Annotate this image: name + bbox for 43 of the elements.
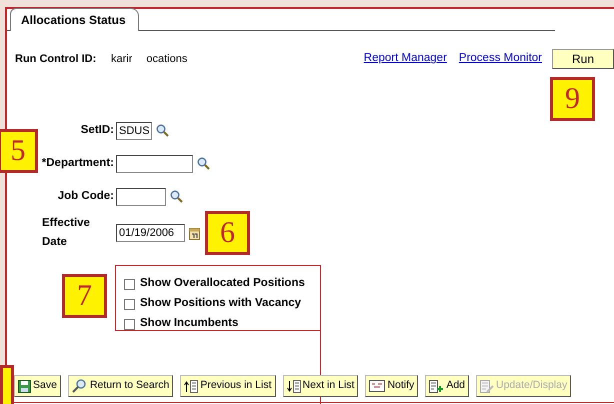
- down-arrow-list-icon: [286, 380, 301, 392]
- envelope-icon: [369, 380, 386, 392]
- search-icon[interactable]: [197, 157, 210, 170]
- run-control-value: ocations: [146, 52, 188, 67]
- next-button[interactable]: Next in List: [282, 375, 358, 397]
- search-icon[interactable]: [156, 124, 169, 137]
- callout-number: 9: [550, 77, 595, 121]
- add-document-icon: [429, 380, 444, 392]
- run-control-value: karir: [111, 52, 132, 67]
- checkbox[interactable]: [124, 298, 135, 310]
- link[interactable]: Report Manager: [364, 50, 447, 68]
- option-label: Show Incumbents: [140, 316, 238, 332]
- checkbox[interactable]: [124, 278, 135, 290]
- previous-button[interactable]: Previous in List: [180, 375, 276, 397]
- search-button[interactable]: Return to Search: [68, 375, 174, 397]
- field-label: Run Control ID:: [15, 52, 98, 67]
- run-button[interactable]: Run: [552, 49, 614, 69]
- checkbox[interactable]: [124, 318, 135, 330]
- callout-number: 5: [0, 129, 38, 173]
- tab[interactable]: Allocations Status: [10, 8, 139, 31]
- date-field[interactable]: 01/19/2006: [116, 224, 185, 242]
- callout-marker: [0, 365, 14, 404]
- field-label: SetID:: [80, 122, 115, 138]
- calendar-icon[interactable]: [189, 226, 200, 240]
- link[interactable]: Process Monitor: [458, 50, 542, 68]
- add-button[interactable]: Add: [425, 375, 469, 397]
- option-label: Show Positions with Vacancy: [140, 296, 302, 312]
- field-label: Job Code:: [56, 188, 115, 204]
- input-field[interactable]: [116, 154, 193, 172]
- input-field[interactable]: [116, 188, 166, 206]
- document-icon: [480, 380, 494, 392]
- input-field[interactable]: SDUS: [116, 122, 152, 140]
- field-label: Effective Date: [41, 216, 91, 250]
- search-icon[interactable]: [170, 190, 183, 203]
- save-button[interactable]: Save: [14, 375, 61, 397]
- callout-number: 6: [205, 211, 250, 255]
- field-label: *Department:: [40, 156, 115, 171]
- search-icon: [72, 379, 88, 393]
- notify-button[interactable]: Notify: [365, 375, 418, 397]
- save-icon: [18, 380, 31, 392]
- up-arrow-list-icon: [184, 380, 198, 392]
- callout-number: 7: [62, 274, 107, 318]
- option-label: Show Overallocated Positions: [140, 276, 305, 292]
